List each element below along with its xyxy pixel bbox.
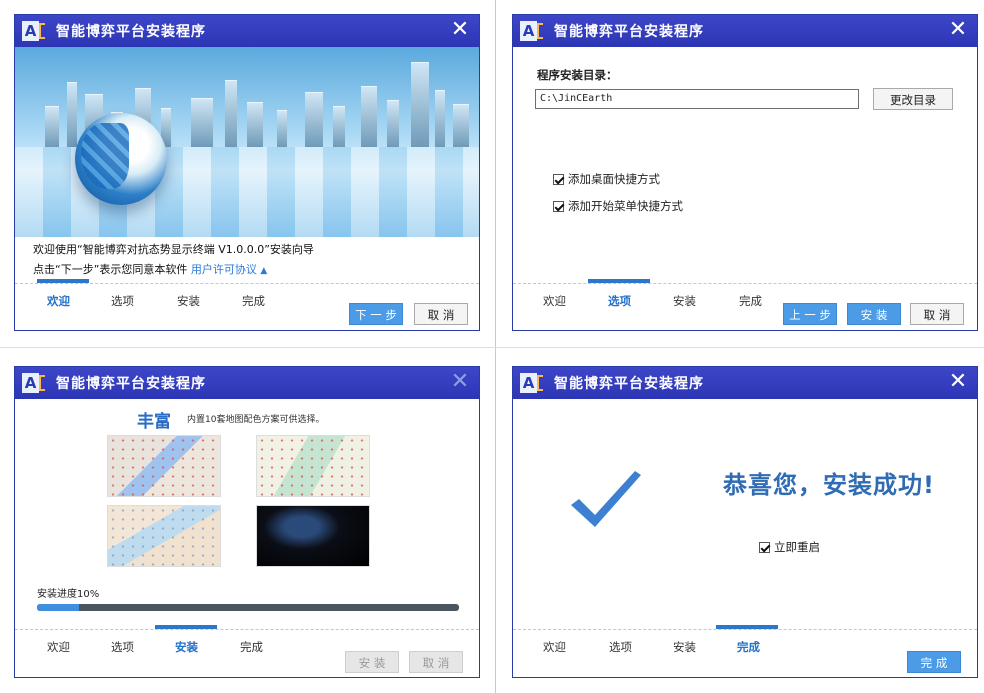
tab-welcome: 欢迎 — [47, 294, 70, 308]
window-title: 智能博弈平台安装程序 — [56, 24, 206, 40]
installer-window-options: A 智能博弈平台安装程序 ✕ 程序安装目录： C:\JinCEarth 更改目录… — [512, 14, 978, 331]
tab-welcome: 欢迎 — [47, 640, 70, 654]
install-dir-label: 程序安装目录： — [537, 68, 618, 82]
desktop-shortcut-option[interactable]: 添加桌面快捷方式 — [553, 171, 660, 187]
map-scheme-preview-4 — [256, 505, 370, 567]
tab-finish: 完成 — [240, 640, 263, 654]
startmenu-shortcut-checkbox[interactable] — [553, 200, 564, 212]
tab-finish: 完成 — [739, 294, 762, 308]
app-logo-icon: A — [520, 373, 544, 393]
active-tab-indicator — [588, 279, 650, 283]
progress-label: 安装进度10% — [37, 589, 100, 600]
window-title: 智能博弈平台安装程序 — [554, 376, 704, 392]
tab-install: 安装 — [673, 294, 696, 308]
success-check-icon — [571, 471, 641, 527]
title-bar[interactable]: A 智能博弈平台安装程序 ✕ — [15, 15, 479, 47]
window-title: 智能博弈平台安装程序 — [554, 24, 704, 40]
restart-checkbox[interactable] — [759, 541, 770, 553]
title-bar[interactable]: A 智能博弈平台安装程序 ✕ — [513, 367, 977, 399]
map-scheme-preview-3 — [107, 505, 221, 567]
startmenu-shortcut-label: 添加开始菜单快捷方式 — [568, 199, 683, 213]
restart-label: 立即重启 — [774, 540, 820, 554]
tab-welcome: 欢迎 — [543, 294, 566, 308]
installer-window-welcome: A 智能博弈平台安装程序 ✕ 欢迎使用“智能博弈对抗态势显示终端 V1.0.0.… — [14, 14, 480, 331]
map-scheme-preview-2 — [256, 435, 370, 497]
prev-button[interactable]: 上 一 步 — [783, 303, 837, 325]
installer-window-installing: A 智能博弈平台安装程序 ✕ 丰富 内置10套地图配色方案可供选择。 安装进度1… — [14, 366, 480, 678]
close-icon[interactable]: ✕ — [946, 370, 970, 394]
close-icon[interactable]: ✕ — [448, 370, 472, 394]
tab-options: 选项 — [608, 294, 631, 308]
feature-description: 内置10套地图配色方案可供选择。 — [187, 415, 325, 425]
globe-icon — [75, 113, 167, 205]
success-message: 恭喜您，安装成功! — [723, 471, 935, 499]
progress-fill — [37, 604, 80, 611]
agree-text-row: 点击“下一步”表示您同意本软件 用户许可协议 ▲ — [33, 261, 267, 277]
installer-window-finished: A 智能博弈平台安装程序 ✕ 恭喜您，安装成功! 立即重启 欢迎 选项 安装 完… — [512, 366, 978, 678]
welcome-text: 欢迎使用“智能博弈对抗态势显示终端 V1.0.0.0”安装向导 — [33, 243, 314, 256]
finish-button[interactable]: 完 成 — [907, 651, 961, 673]
progress-bar — [37, 604, 459, 611]
map-scheme-preview-1 — [107, 435, 221, 497]
divider-horizontal — [0, 347, 984, 348]
cancel-button[interactable]: 取 消 — [414, 303, 468, 325]
tab-options: 选项 — [609, 640, 632, 654]
desktop-shortcut-checkbox[interactable] — [553, 173, 564, 185]
close-icon[interactable]: ✕ — [448, 18, 472, 42]
active-tab-indicator — [155, 625, 217, 629]
tab-install: 安装 — [673, 640, 696, 654]
window-title: 智能博弈平台安装程序 — [56, 376, 206, 392]
agree-text: 点击“下一步”表示您同意本软件 — [33, 263, 188, 276]
desktop-shortcut-label: 添加桌面快捷方式 — [568, 172, 660, 186]
expand-arrow-icon[interactable]: ▲ — [260, 266, 267, 276]
install-button[interactable]: 安 装 — [345, 651, 399, 673]
tab-install: 安装 — [175, 640, 198, 654]
license-link[interactable]: 用户许可协议 — [191, 263, 257, 276]
title-bar[interactable]: A 智能博弈平台安装程序 ✕ — [513, 15, 977, 47]
next-button[interactable]: 下 一 步 — [349, 303, 403, 325]
tab-options: 选项 — [111, 640, 134, 654]
app-logo-icon: A — [22, 21, 46, 41]
footer-divider — [513, 283, 977, 284]
cancel-button[interactable]: 取 消 — [910, 303, 964, 325]
close-icon[interactable]: ✕ — [946, 18, 970, 42]
feature-title: 丰富 — [137, 412, 171, 432]
install-button[interactable]: 安 装 — [847, 303, 901, 325]
tab-welcome: 欢迎 — [543, 640, 566, 654]
active-tab-indicator — [716, 625, 778, 629]
title-bar[interactable]: A 智能博弈平台安装程序 ✕ — [15, 367, 479, 399]
footer-divider — [513, 629, 977, 630]
restart-option[interactable]: 立即重启 — [759, 539, 820, 555]
footer-divider — [15, 629, 479, 630]
install-dir-input[interactable]: C:\JinCEarth — [535, 89, 859, 109]
app-logo-icon: A — [520, 21, 544, 41]
footer-divider — [15, 283, 479, 284]
tab-options: 选项 — [111, 294, 134, 308]
active-tab-indicator — [37, 279, 89, 283]
tab-install: 安装 — [177, 294, 200, 308]
cancel-button[interactable]: 取 消 — [409, 651, 463, 673]
tab-finish: 完成 — [242, 294, 265, 308]
hero-banner — [15, 47, 479, 237]
app-logo-icon: A — [22, 373, 46, 393]
startmenu-shortcut-option[interactable]: 添加开始菜单快捷方式 — [553, 198, 683, 214]
change-dir-button[interactable]: 更改目录 — [873, 88, 953, 110]
tab-finish: 完成 — [737, 640, 760, 654]
